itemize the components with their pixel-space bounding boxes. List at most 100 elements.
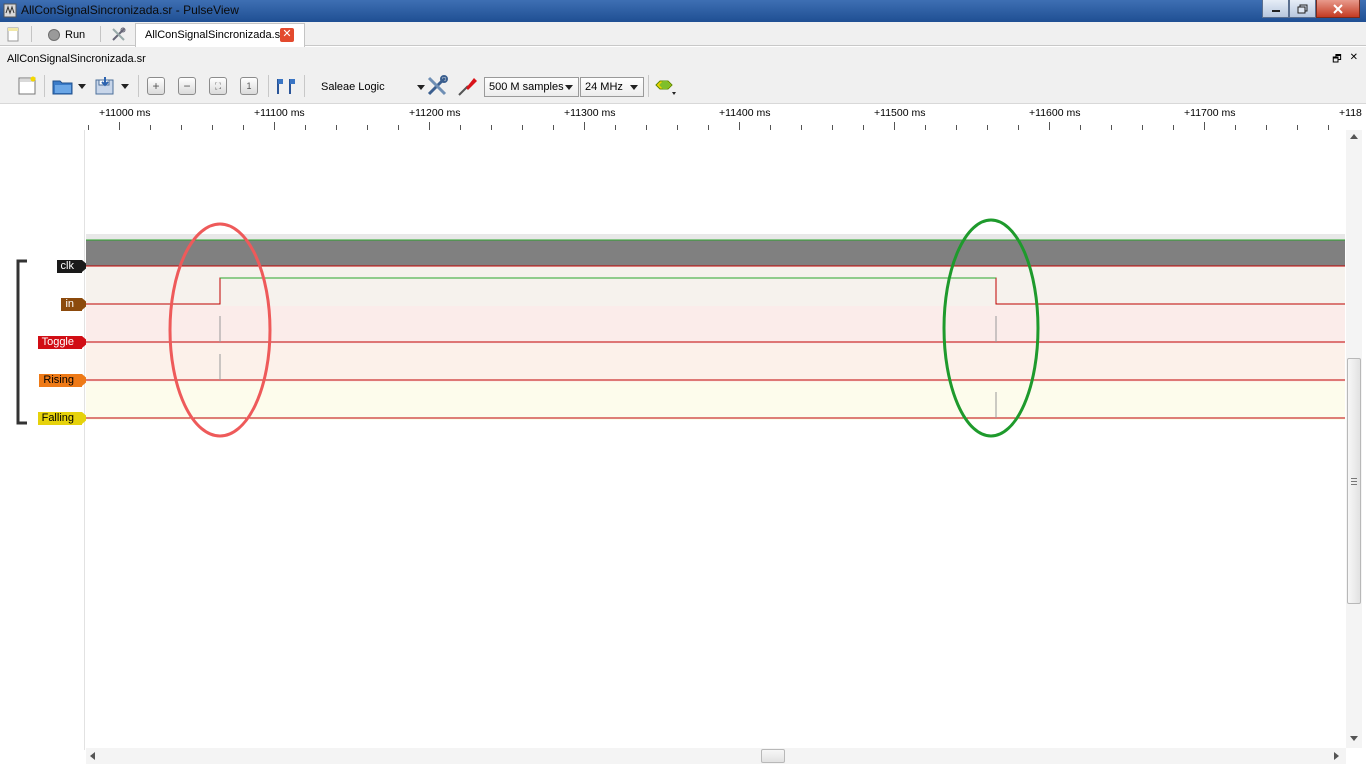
zoom-one-to-one-button[interactable]: 1 <box>238 75 260 97</box>
ruler-tick-label: +11300 ms <box>564 107 616 119</box>
scroll-left-icon[interactable] <box>90 752 95 760</box>
ruler-major-tick <box>1204 122 1205 130</box>
run-button[interactable]: Run <box>47 24 85 45</box>
settings-tab-button[interactable] <box>110 24 127 45</box>
vertical-scrollbar[interactable] <box>1346 130 1362 748</box>
restore-button[interactable] <box>1289 0 1316 18</box>
chevron-down-icon <box>565 85 573 90</box>
separator <box>304 75 305 97</box>
toggle-band <box>86 306 1345 344</box>
new-session-icon <box>18 76 36 95</box>
minimize-icon <box>1271 9 1280 12</box>
tab-document[interactable]: AllConSignalSincronizada.sr ✕ <box>135 23 305 47</box>
ruler-tick-label: +11600 ms <box>1029 107 1081 119</box>
channel-label-in[interactable]: in <box>61 298 89 311</box>
ruler-tick-label: +11000 ms <box>99 107 151 119</box>
main-toolbar: + − ⛶ 1 Saleae Logic 500 M samples 24 MH… <box>0 69 1366 104</box>
scroll-right-icon[interactable] <box>1334 752 1339 760</box>
separator <box>44 75 45 97</box>
sample-count-value: 500 M samples <box>489 81 564 93</box>
ruler-major-tick <box>894 122 895 130</box>
channel-label-rising[interactable]: Rising <box>39 374 89 387</box>
document-name: AllConSignalSincronizada.sr <box>7 53 146 65</box>
zoom-out-button[interactable]: − <box>176 75 198 97</box>
separator <box>31 26 32 42</box>
title-bar: AllConSignalSincronizada.sr - PulseView <box>0 0 1366 22</box>
ruler-tick-label: +11100 ms <box>254 107 305 119</box>
device-selector[interactable]: Saleae Logic <box>321 78 425 96</box>
add-decoder-button[interactable] <box>654 75 678 97</box>
zoom-fit-button[interactable]: ⛶ <box>207 75 229 97</box>
zoom-in-icon: + <box>147 77 165 95</box>
ruler-tick-label: +118 <box>1339 107 1362 119</box>
time-ruler[interactable]: +11000 ms +11100 ms +11200 ms +11300 ms … <box>86 104 1362 130</box>
ruler-major-tick <box>274 122 275 130</box>
add-decoder-icon <box>655 80 676 95</box>
chevron-down-icon <box>630 85 638 90</box>
probe-icon <box>458 78 477 96</box>
run-label: Run <box>65 28 86 41</box>
sample-rate-value: 24 MHz <box>585 81 623 93</box>
ruler-major-tick <box>429 122 430 130</box>
rising-band <box>86 344 1345 382</box>
group-bracket <box>16 259 27 425</box>
zoom-in-button[interactable]: + <box>145 75 167 97</box>
channel-header-panel: clk in Toggle Rising Falling <box>0 130 90 750</box>
ruler-tick-label: +11400 ms <box>719 107 771 119</box>
trace-view[interactable] <box>86 130 1345 748</box>
open-icon <box>52 80 73 95</box>
close-window-button[interactable] <box>1316 0 1360 18</box>
separator <box>268 75 269 97</box>
tab-close-button[interactable]: ✕ <box>280 28 294 42</box>
trace-canvas <box>86 218 1345 438</box>
close-icon <box>1333 3 1343 14</box>
tab-document-label: AllConSignalSincronizada.sr <box>145 29 284 41</box>
sample-count-select[interactable]: 500 M samples <box>484 77 579 97</box>
configure-device-button[interactable] <box>426 75 448 97</box>
sample-rate-select[interactable]: 24 MHz <box>580 77 644 97</box>
vertical-scroll-thumb[interactable] <box>1347 358 1361 604</box>
close-dock-button[interactable]: ✕ <box>1350 52 1358 69</box>
channel-label-falling[interactable]: Falling <box>37 412 90 425</box>
window-title: AllConSignalSincronizada.sr - PulseView <box>21 3 239 17</box>
separator <box>138 75 139 97</box>
tools-icon <box>112 27 126 41</box>
clk-band-top <box>86 234 1345 240</box>
clk-waveform <box>86 240 1345 266</box>
run-indicator-icon <box>48 28 60 41</box>
scroll-up-icon[interactable] <box>1350 134 1358 139</box>
zoom-out-icon: − <box>178 77 196 95</box>
scroll-down-icon[interactable] <box>1350 736 1358 741</box>
ruler-major-tick <box>739 122 740 130</box>
new-document-icon <box>7 27 19 41</box>
ruler-tick-label: +11500 ms <box>874 107 926 119</box>
minimize-button[interactable] <box>1262 0 1289 18</box>
horizontal-scrollbar[interactable] <box>86 748 1346 764</box>
save-menu-arrow[interactable] <box>119 75 131 97</box>
ruler-tick-label: +11200 ms <box>409 107 461 119</box>
ruler-tick-label: +11700 ms <box>1184 107 1236 119</box>
in-band <box>86 266 1345 306</box>
channel-label-toggle[interactable]: Toggle <box>37 336 90 349</box>
falling-band <box>86 382 1345 420</box>
chevron-down-icon <box>417 84 425 90</box>
cursor-button[interactable] <box>274 75 296 97</box>
float-dock-button[interactable]: 🗗 <box>1332 52 1341 69</box>
ruler-major-tick <box>119 122 120 130</box>
session-tabbar: Run AllConSignalSincronizada.sr ✕ <box>0 22 1366 47</box>
configure-device-icon <box>427 75 448 96</box>
ruler-major-tick <box>1049 122 1050 130</box>
channel-label-clk[interactable]: clk <box>56 260 90 273</box>
save-button[interactable] <box>94 75 116 97</box>
document-header: AllConSignalSincronizada.sr 🗗 ✕ <box>0 47 1366 69</box>
open-button[interactable] <box>52 75 74 97</box>
new-tab-button[interactable] <box>6 24 20 45</box>
horizontal-scroll-thumb[interactable] <box>761 749 785 763</box>
probe-config-button[interactable] <box>456 75 478 97</box>
zoom-one-to-one-icon: 1 <box>240 77 258 95</box>
restore-icon <box>1297 4 1308 13</box>
new-session-button[interactable] <box>16 75 38 97</box>
pulseview-app-icon <box>3 3 17 18</box>
save-icon <box>95 77 114 95</box>
open-menu-arrow[interactable] <box>76 75 88 97</box>
